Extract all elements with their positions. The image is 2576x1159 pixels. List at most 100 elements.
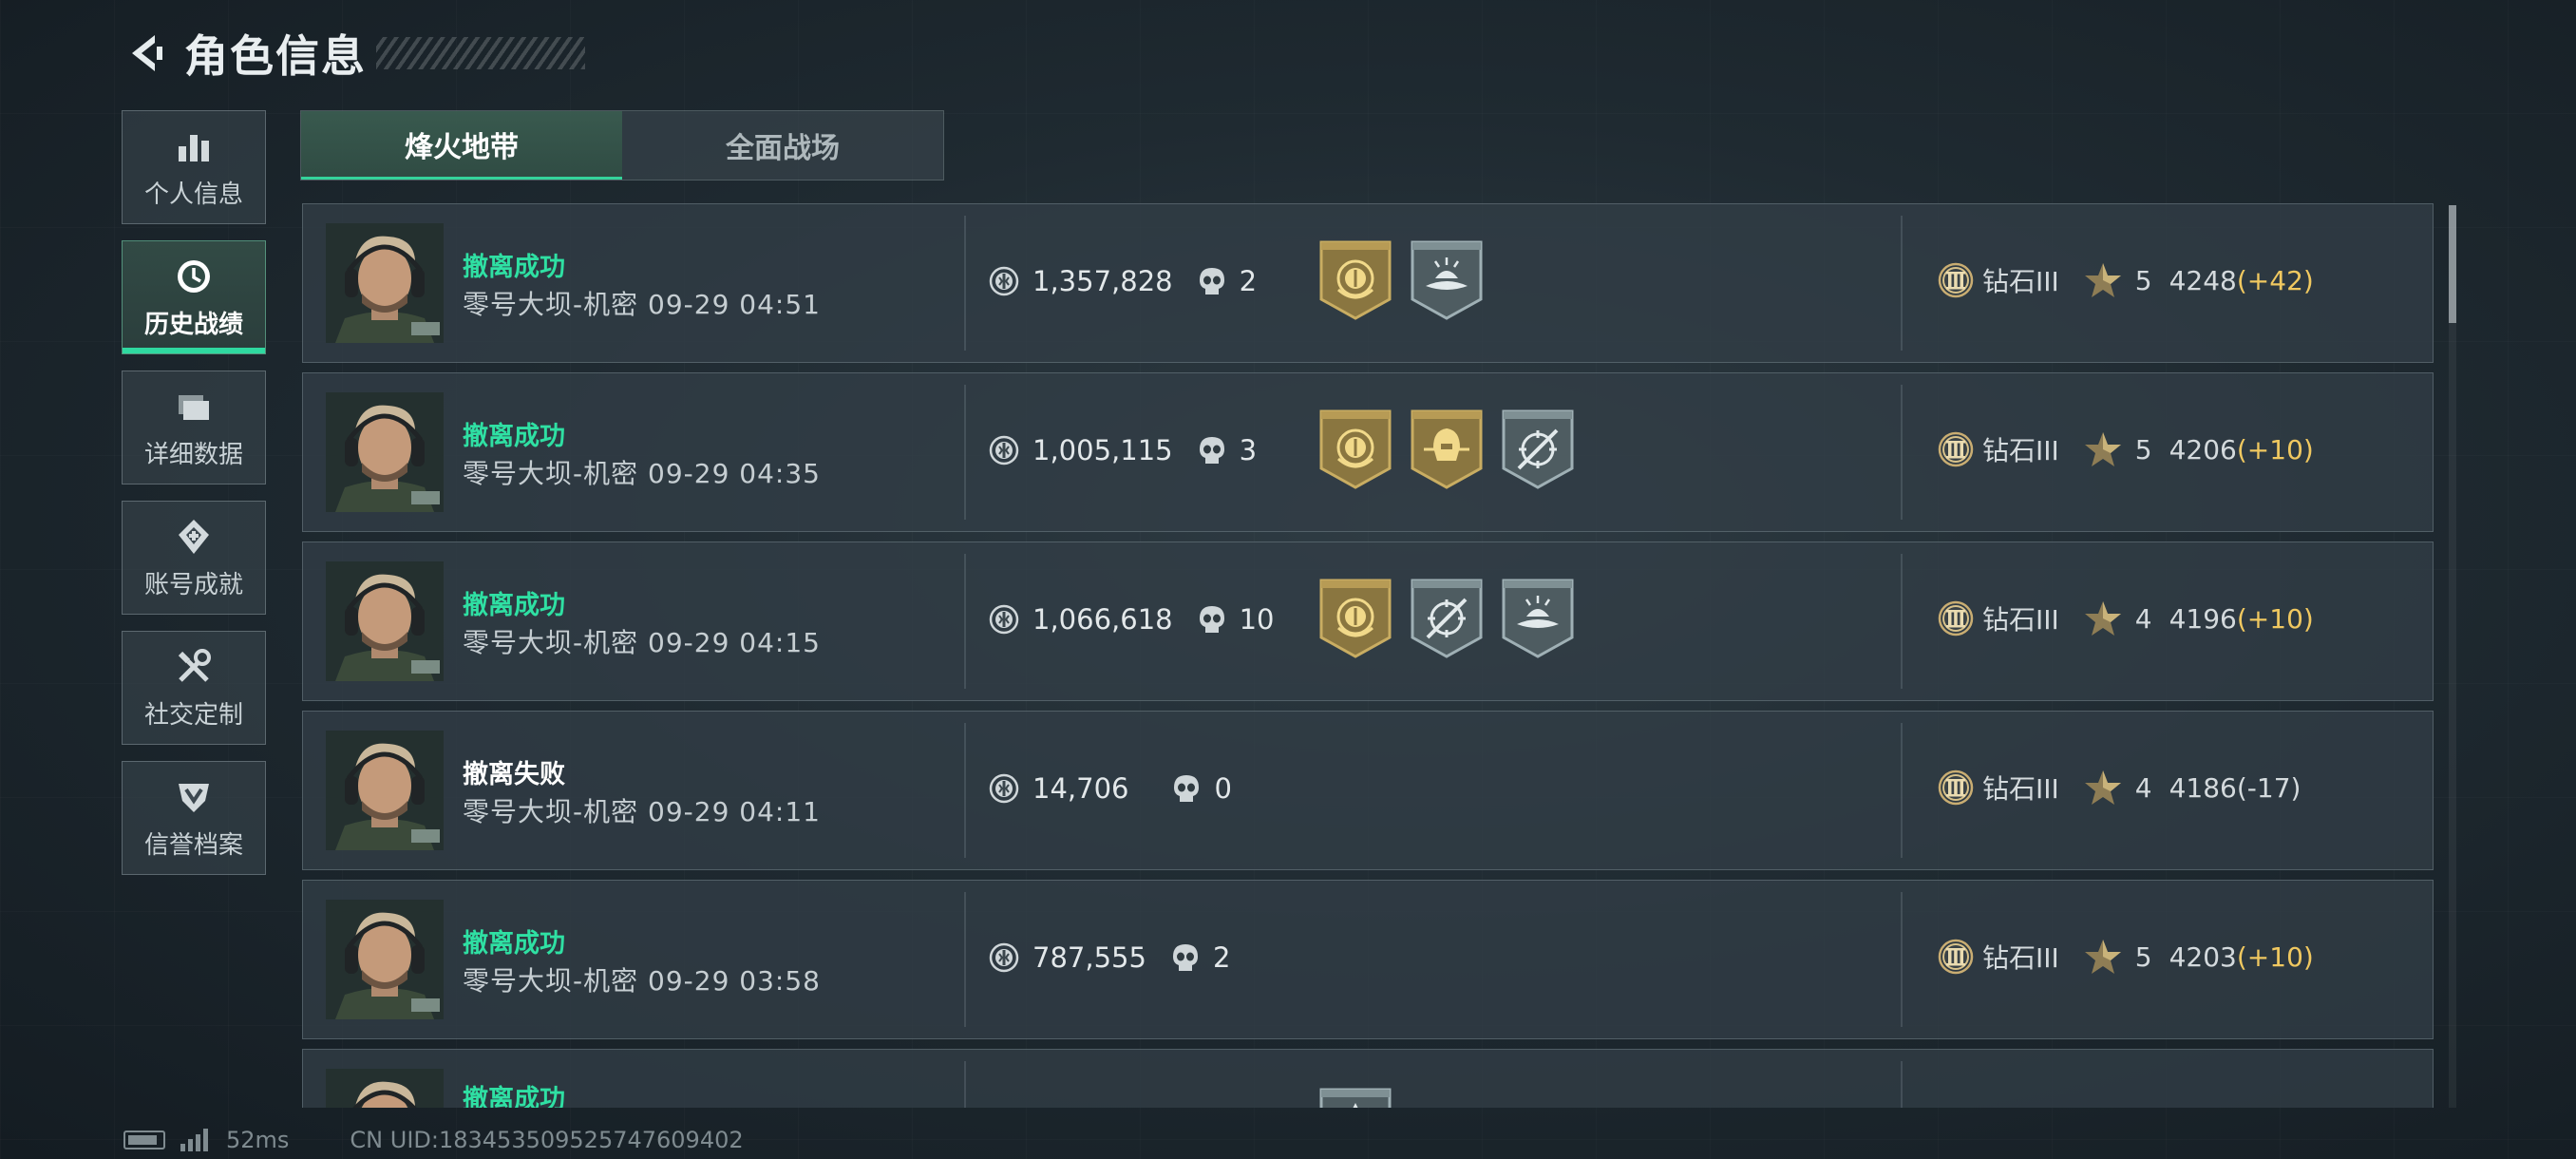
divider — [1901, 892, 1903, 1027]
avatar — [326, 223, 444, 343]
avatar — [326, 900, 444, 1019]
sidebar-item-label: 历史战绩 — [143, 310, 243, 339]
skull-icon — [1198, 266, 1226, 296]
status-footer: 52ms CN UID:183453509525747609402 — [123, 1127, 744, 1153]
title-decoration — [376, 37, 585, 69]
sidebar-item-label: 详细数据 — [143, 440, 243, 469]
rank-info: 钻石III 5 4206 (+10) — [1937, 430, 2314, 468]
divider — [964, 554, 966, 689]
rank-name: 钻石III — [1982, 942, 2059, 974]
rank-score: 4206 — [2169, 433, 2237, 466]
silver-wave-badge-icon[interactable] — [1502, 579, 1574, 658]
extraction-status: 撤离成功 — [463, 929, 565, 959]
sidebar-item-achievements[interactable]: 账号成就 — [122, 501, 266, 615]
back-button[interactable] — [122, 28, 171, 78]
back-arrow-icon — [132, 35, 162, 71]
bar-chart-icon — [173, 125, 215, 167]
match-row[interactable]: 撤离成功 — [302, 1049, 2434, 1108]
kills: 0 — [1172, 772, 1232, 805]
rank-score: 4203 — [2169, 940, 2237, 973]
map-name: 零号大坝-机密 — [463, 458, 639, 489]
star-icon — [2084, 599, 2122, 637]
sidebar: 个人信息 历史战绩 详细数据 账号成就 社交定制 信誉档案 — [122, 110, 268, 891]
rank-score: 4196 — [2169, 602, 2237, 635]
score-delta: (+10) — [2236, 433, 2314, 466]
silver-badge-icon[interactable] — [1319, 1088, 1392, 1108]
gold-medal-badge-icon[interactable] — [1319, 409, 1392, 489]
sidebar-item-personal-info[interactable]: 个人信息 — [122, 110, 266, 224]
score-delta: (-17) — [2236, 771, 2301, 804]
extraction-status: 撤离成功 — [463, 1085, 565, 1108]
match-row[interactable]: 撤离成功 零号大坝-机密 09-29 04:35 1,005,115 3 钻石I… — [302, 372, 2434, 532]
gold-medal-badge-icon[interactable] — [1319, 579, 1392, 658]
sidebar-item-credit-record[interactable]: 信誉档案 — [122, 761, 266, 875]
gold-helmet-badge-icon[interactable] — [1411, 409, 1483, 489]
mode-tabs: 烽火地带 全面战场 — [300, 110, 944, 180]
shield-badge-icon — [173, 776, 215, 818]
sidebar-item-match-history[interactable]: 历史战绩 — [122, 240, 266, 354]
silver-wave-badge-icon[interactable] — [1411, 240, 1483, 320]
tab-warzone[interactable]: 烽火地带 — [301, 111, 622, 180]
tab-full-battlefield[interactable]: 全面战场 — [622, 111, 943, 180]
list-scrollbar[interactable] — [2449, 205, 2456, 1108]
diamond-rank-icon — [1937, 769, 1975, 807]
kill-count: 2 — [1212, 941, 1231, 974]
clock-icon — [173, 256, 215, 297]
page-header: 角色信息 — [122, 21, 585, 86]
extraction-status: 撤离成功 — [463, 591, 565, 620]
loot-value: 1,066,618 10 — [989, 603, 1275, 636]
match-row[interactable]: 撤离失败 零号大坝-机密 09-29 04:11 14,706 0 钻石III … — [302, 711, 2434, 870]
folders-icon — [173, 386, 215, 428]
extraction-status: 撤离失败 — [463, 760, 565, 789]
sidebar-item-label: 社交定制 — [143, 700, 243, 730]
star-icon — [2084, 938, 2122, 976]
loot-value-text: 787,555 — [1032, 941, 1146, 974]
divider — [964, 892, 966, 1027]
match-time: 09-29 03:58 — [648, 965, 821, 997]
loot-value-text: 1,357,828 — [1032, 265, 1173, 297]
rank-name: 钻石III — [1982, 773, 2059, 805]
gold-medal-badge-icon[interactable] — [1319, 240, 1392, 320]
diamond-rank-icon — [1937, 430, 1975, 468]
map-and-time: 零号大坝-机密 09-29 04:51 — [463, 284, 821, 322]
coin-icon — [989, 435, 1019, 466]
match-time: 09-29 04:51 — [648, 289, 821, 320]
divider — [1901, 216, 1903, 351]
skull-icon — [1172, 773, 1201, 804]
match-row[interactable]: 撤离成功 零号大坝-机密 09-29 04:51 1,357,828 2 钻石I… — [302, 203, 2434, 363]
kill-count: 0 — [1214, 772, 1232, 805]
silver-target-badge-icon[interactable] — [1502, 409, 1574, 489]
kills: 3 — [1198, 434, 1257, 466]
map-and-time: 零号大坝-机密 09-29 03:58 — [463, 960, 821, 998]
rank-name: 钻石III — [1982, 266, 2059, 297]
sidebar-item-label: 账号成就 — [143, 570, 243, 599]
loot-value: 1,005,115 3 — [989, 434, 1257, 466]
loot-value-text: 1,005,115 — [1032, 434, 1173, 466]
badge-list — [1319, 579, 1593, 658]
silver-target-badge-icon[interactable] — [1411, 579, 1483, 658]
loot-value-text: 14,706 — [1032, 772, 1129, 805]
badge-list — [1319, 409, 1593, 489]
score-delta: (+10) — [2236, 940, 2314, 973]
rank-info: 钻石III 5 4203 (+10) — [1937, 938, 2314, 976]
coin-icon — [989, 604, 1019, 635]
match-row[interactable]: 撤离成功 零号大坝-机密 09-29 04:15 1,066,618 10 钻石… — [302, 542, 2434, 701]
star-icon — [2084, 769, 2122, 807]
uid-text: CN UID:183453509525747609402 — [350, 1127, 744, 1153]
extraction-status: 撤离成功 — [463, 422, 565, 451]
match-row[interactable]: 撤离成功 零号大坝-机密 09-29 03:58 787,555 2 钻石III… — [302, 880, 2434, 1039]
score-delta: (+42) — [2236, 264, 2314, 296]
kill-count: 2 — [1239, 265, 1258, 297]
avatar — [326, 731, 444, 850]
coin-icon — [989, 773, 1019, 804]
sidebar-item-social-custom[interactable]: 社交定制 — [122, 631, 266, 745]
kills: 10 — [1198, 603, 1275, 636]
map-and-time: 零号大坝-机密 09-29 04:11 — [463, 791, 821, 829]
sidebar-item-detailed-data[interactable]: 详细数据 — [122, 370, 266, 484]
kills: 2 — [1171, 941, 1230, 974]
avatar — [326, 392, 444, 512]
scrollbar-thumb[interactable] — [2449, 205, 2456, 323]
page-title: 角色信息 — [184, 30, 367, 82]
loot-value: 1,357,828 2 — [989, 265, 1257, 297]
star-icon — [2084, 430, 2122, 468]
